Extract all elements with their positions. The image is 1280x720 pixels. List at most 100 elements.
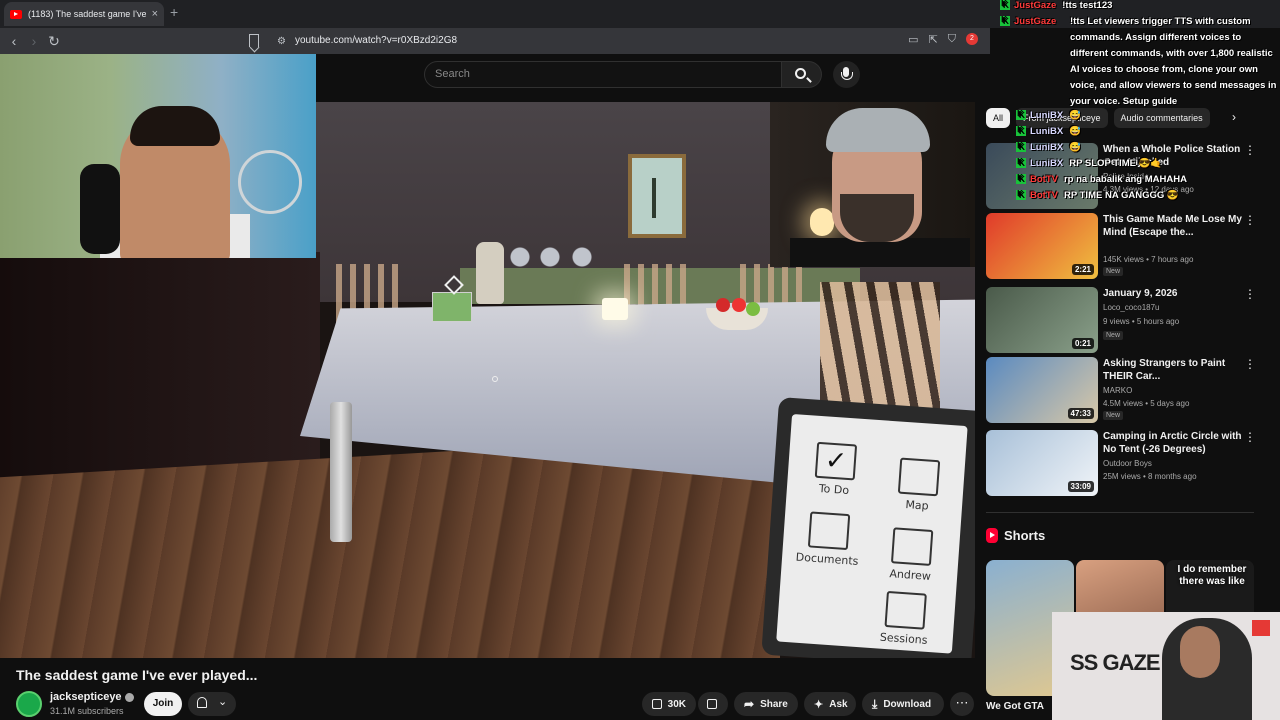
recommendation-menu-button[interactable]: ⋮ <box>1244 287 1256 301</box>
share-page-icon[interactable]: ⇱ <box>929 33 938 46</box>
cast-icon[interactable]: ▭ <box>908 33 918 46</box>
bell-icon <box>197 697 207 708</box>
back-button[interactable]: ‹ <box>4 33 24 49</box>
download-button[interactable]: ⤓ Download <box>862 692 944 716</box>
recommendation-item[interactable]: 47:33 Asking Strangers to Paint THEIR Ca… <box>986 357 1266 425</box>
chips-next-button[interactable]: › <box>1232 110 1236 124</box>
bookmark-icon[interactable] <box>249 34 259 47</box>
recommendation-channel[interactable]: MARKO <box>1103 386 1132 395</box>
recommendation-meta: 145K views • 7 hours ago <box>1103 255 1194 264</box>
recommendation-channel[interactable]: Loco_coco187u <box>1103 303 1160 312</box>
forward-button[interactable]: › <box>24 33 44 49</box>
stream-chat-overlay-lower: K LuniBX 😅 K LuniBX 😅 K LuniBX 😅 K LuniBX RP SLO… <box>1016 110 1226 206</box>
tablet-app-andrew: Andrew <box>875 526 949 584</box>
chat-badge-icon: K <box>1016 190 1026 201</box>
site-settings-icon[interactable]: ⚙ <box>277 36 286 47</box>
search-icon <box>795 68 806 79</box>
microphone <box>80 164 120 254</box>
chat-line: K LuniBX 😅 <box>1016 126 1226 142</box>
share-button[interactable]: ➦ Share <box>734 692 798 716</box>
recommendation-menu-button[interactable]: ⋮ <box>1244 143 1256 157</box>
video-title: The saddest game I've ever played... <box>16 667 258 683</box>
recommendation-meta: 4.5M views • 5 days ago <box>1103 399 1190 408</box>
tablet-screen: ✓ To Do Map Documents Andrew Sessions <box>776 413 968 654</box>
recommendation-item[interactable]: 33:09 Camping in Arctic Circle with No T… <box>986 430 1266 498</box>
thumbs-down-icon <box>707 699 717 709</box>
browser-tab[interactable]: (1183) The saddest game I've ev × <box>4 2 164 26</box>
tablet-app-map: Map <box>882 457 956 515</box>
recommendation-title[interactable]: Asking Strangers to Paint THEIR Car... <box>1103 357 1248 383</box>
tab-close-button[interactable]: × <box>152 8 158 20</box>
address-bar: ‹ › ↻ ⚙ youtube.com/watch?v=r0XBzd2i2G8 … <box>0 28 990 54</box>
video-thumbnail[interactable]: 2:21 <box>986 213 1098 279</box>
new-badge: New <box>1103 267 1124 276</box>
chat-badge-icon: K <box>1016 110 1026 121</box>
search-input[interactable]: Search <box>424 61 782 88</box>
youtube-favicon-icon <box>10 9 22 19</box>
new-tab-button[interactable]: + <box>170 4 178 20</box>
map-icon <box>897 457 941 497</box>
palm-painting <box>628 154 686 238</box>
recommendation-channel[interactable]: Outdoor Boys <box>1103 459 1152 468</box>
game-vase <box>476 242 504 304</box>
chat-badge-icon: K <box>1016 126 1026 137</box>
ask-button[interactable]: ✦ Ask <box>804 692 856 716</box>
chat-message-wrapped: !tts Let viewers trigger TTS with custom… <box>1070 16 1277 107</box>
chat-badge-icon: K <box>1000 16 1010 27</box>
chat-badge-icon: K <box>1016 142 1026 153</box>
chat-line: K LuniBX RP SLOP TIME 😎🤙 <box>1016 158 1226 174</box>
url-field[interactable]: youtube.com/watch?v=r0XBzd2i2G8 <box>295 35 457 46</box>
recommendation-item[interactable]: 2:21 This Game Made Me Lose My Mind (Esc… <box>986 213 1266 281</box>
shield-icon[interactable]: ⛉ <box>948 33 956 46</box>
chat-line: K BotTV rp na babalik ang MAHAHA <box>1016 174 1226 190</box>
recommendation-item[interactable]: 0:21 January 9, 2026 Loco_coco187u 9 vie… <box>986 287 1266 355</box>
recommendation-title[interactable]: January 9, 2026 <box>1103 287 1248 300</box>
share-icon: ➦ <box>744 697 755 711</box>
chat-line: K BotTV RP TIME NA GANGGG 😎 <box>1016 190 1226 206</box>
folder-icon <box>807 511 851 551</box>
recommendation-menu-button[interactable]: ⋮ <box>1244 357 1256 371</box>
join-button[interactable]: Join <box>144 692 182 716</box>
recommendation-menu-button[interactable]: ⋮ <box>1244 213 1256 227</box>
shorts-icon <box>986 528 998 543</box>
channel-name[interactable]: jacksepticeye <box>50 691 134 703</box>
chat-badge-icon: K <box>1016 174 1026 185</box>
gaze-webcam: SS GAZE <box>1052 612 1280 720</box>
gaze-logo: SS GAZE <box>1070 650 1161 675</box>
duration-badge: 2:21 <box>1071 264 1094 275</box>
tablet-app-documents: Documents <box>792 510 866 568</box>
recommendation-title[interactable]: This Game Made Me Lose My Mind (Escape t… <box>1103 213 1248 239</box>
sidebar-divider <box>986 512 1254 513</box>
recommendation-meta: 25M views • 8 months ago <box>1103 472 1197 481</box>
search-button[interactable] <box>782 61 822 88</box>
video-thumbnail[interactable]: 0:21 <box>986 287 1098 353</box>
chat-badge-icon: K <box>1016 158 1026 169</box>
game-candle <box>602 298 628 320</box>
extension-badge[interactable]: 2 <box>966 33 978 45</box>
recommendation-title[interactable]: Camping in Arctic Circle with No Tent (-… <box>1103 430 1248 456</box>
duration-badge: 47:33 <box>1067 408 1094 419</box>
video-thumbnail[interactable]: 33:09 <box>986 430 1098 496</box>
game-box <box>432 292 472 322</box>
short-title[interactable]: We Got GTA <box>986 701 1044 712</box>
crosshair-icon <box>492 376 498 382</box>
new-badge: New <box>1103 331 1124 340</box>
game-tablet: ✓ To Do Map Documents Andrew Sessions <box>761 396 975 658</box>
like-button[interactable]: 30K <box>642 692 696 716</box>
recommendation-menu-button[interactable]: ⋮ <box>1244 430 1256 444</box>
notification-bell-button[interactable]: ⌄ <box>188 692 236 716</box>
dislike-button[interactable] <box>698 692 728 716</box>
reload-button[interactable]: ↻ <box>44 33 64 50</box>
chip-all[interactable]: All <box>986 108 1011 128</box>
download-icon: ⤓ <box>872 696 878 711</box>
verified-icon <box>124 692 134 702</box>
envelope-icon <box>890 527 934 566</box>
recommendation-meta: 9 views • 5 hours ago <box>1103 317 1180 326</box>
voice-search-button[interactable] <box>833 61 860 88</box>
channel-avatar[interactable] <box>16 691 42 717</box>
shorts-label: Shorts <box>1004 528 1046 543</box>
more-actions-button[interactable]: ⋯ <box>950 692 974 716</box>
thumbs-up-icon <box>652 699 662 709</box>
subscriber-count: 31.1M subscribers <box>50 706 124 716</box>
video-thumbnail[interactable]: 47:33 <box>986 357 1098 423</box>
